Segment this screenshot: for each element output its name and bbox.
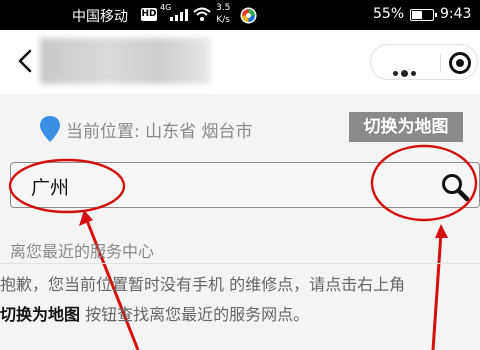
notice-hint: 切换为地图 按钮查找离您最近的服务网点。 — [0, 301, 309, 325]
no-service-notice: 抱歉，您当前位置暂时没有手机 的维修点，请点击右上角 — [0, 275, 406, 294]
section-divider — [0, 263, 480, 264]
switch-map-hint-bold: 切换为地图 — [0, 305, 81, 324]
annotation-circle-search — [370, 144, 478, 222]
nearest-service-title: 离您最近的服务中心 — [10, 242, 155, 261]
annotation-circle-input — [8, 158, 126, 214]
annotation-overlay — [8, 144, 478, 350]
notice-hint-rest: 按钮查找离您最近的服务网点。 — [80, 305, 310, 324]
